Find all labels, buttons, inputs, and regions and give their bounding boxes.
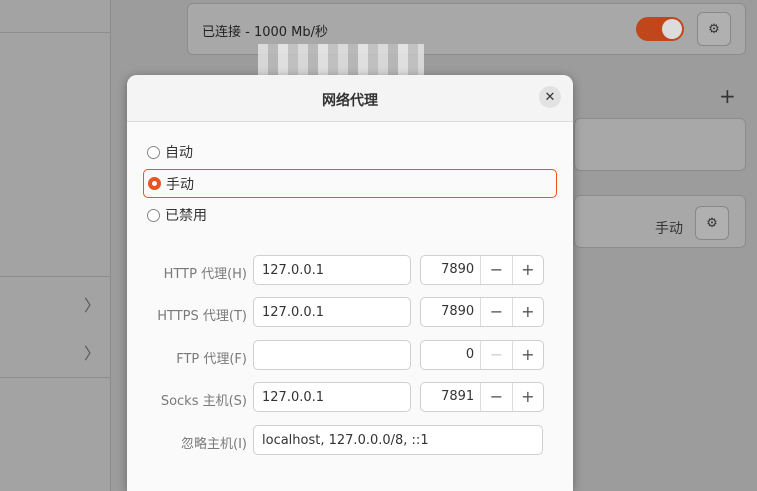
field-label: Socks 主机(S)	[160, 394, 247, 409]
connection-status: 已连接 - 1000 Mb/秒	[202, 25, 329, 40]
socks-host-row: Socks 主机(S) 127.0.0.1 7891 − +	[127, 382, 573, 414]
field-label: 忽略主机(I)	[181, 437, 247, 452]
sidebar-divider	[0, 32, 110, 33]
port-value[interactable]: 0	[421, 341, 480, 369]
minus-icon[interactable]: −	[480, 298, 511, 326]
plus-icon[interactable]: +	[511, 341, 543, 369]
radio-label: 已禁用	[165, 208, 207, 224]
gear-icon: ⚙	[706, 215, 718, 231]
https-proxy-row: HTTPS 代理(T) 127.0.0.1 7890 − +	[127, 297, 573, 329]
plus-icon[interactable]: +	[511, 298, 543, 326]
radio-indicator	[147, 145, 160, 159]
plus-icon[interactable]: +	[511, 256, 543, 284]
add-vpn-button[interactable]: +	[719, 84, 736, 108]
sidebar-divider	[0, 377, 110, 378]
radio-label: 手动	[166, 176, 194, 193]
https-host-input[interactable]: 127.0.0.1	[253, 297, 411, 327]
mode-manual-radio[interactable]: 手动	[143, 169, 557, 198]
minus-icon[interactable]: −	[480, 256, 511, 284]
port-value[interactable]: 7890	[421, 256, 480, 284]
port-value[interactable]: 7891	[421, 383, 480, 411]
radio-label: 自动	[165, 145, 193, 161]
vpn-card	[574, 118, 746, 171]
http-port-stepper: 7890 − +	[420, 255, 544, 285]
http-proxy-row: HTTP 代理(H) 127.0.0.1 7890 − +	[127, 255, 573, 287]
chevron-right-icon[interactable]: 〉	[84, 292, 100, 316]
radio-indicator	[148, 177, 161, 190]
gear-icon: ⚙	[708, 21, 720, 37]
connection-toggle[interactable]	[636, 17, 684, 41]
sidebar: 〉 〉	[0, 0, 111, 491]
dialog-header: 网络代理 ✕	[127, 75, 573, 122]
ftp-proxy-row: FTP 代理(F) 0 − +	[127, 340, 573, 372]
mode-auto-radio[interactable]: 自动	[143, 139, 555, 165]
field-label: HTTPS 代理(T)	[157, 309, 247, 324]
ftp-port-stepper: 0 − +	[420, 340, 544, 370]
port-value[interactable]: 7890	[421, 298, 480, 326]
chevron-right-icon[interactable]: 〉	[84, 340, 100, 364]
close-icon: ✕	[544, 89, 556, 105]
close-button[interactable]: ✕	[539, 86, 561, 108]
ignore-hosts-input[interactable]: localhost, 127.0.0.0/8, ::1	[253, 425, 543, 455]
minus-icon[interactable]: −	[480, 341, 511, 369]
field-label: FTP 代理(F)	[176, 352, 247, 367]
https-port-stepper: 7890 − +	[420, 297, 544, 327]
proxy-mode-value: 手动	[655, 221, 683, 237]
radio-indicator	[147, 208, 160, 222]
sidebar-divider	[0, 276, 110, 277]
network-proxy-dialog: 网络代理 ✕ 自动 手动 已禁用 HTTP 代理(H) 127.0.0.1 78…	[127, 75, 573, 491]
minus-icon[interactable]: −	[480, 383, 511, 411]
proxy-card: 手动 ⚙	[574, 195, 746, 248]
field-label: HTTP 代理(H)	[163, 267, 247, 282]
plus-icon[interactable]: +	[511, 383, 543, 411]
proxy-settings-button[interactable]: ⚙	[695, 206, 729, 240]
connection-settings-button[interactable]: ⚙	[697, 12, 731, 46]
dialog-title: 网络代理	[322, 93, 378, 109]
ftp-host-input[interactable]	[253, 340, 411, 370]
mode-disabled-radio[interactable]: 已禁用	[143, 202, 555, 228]
socks-host-input[interactable]: 127.0.0.1	[253, 382, 411, 412]
socks-port-stepper: 7891 − +	[420, 382, 544, 412]
http-host-input[interactable]: 127.0.0.1	[253, 255, 411, 285]
ignore-hosts-row: 忽略主机(I) localhost, 127.0.0.0/8, ::1	[127, 425, 573, 457]
